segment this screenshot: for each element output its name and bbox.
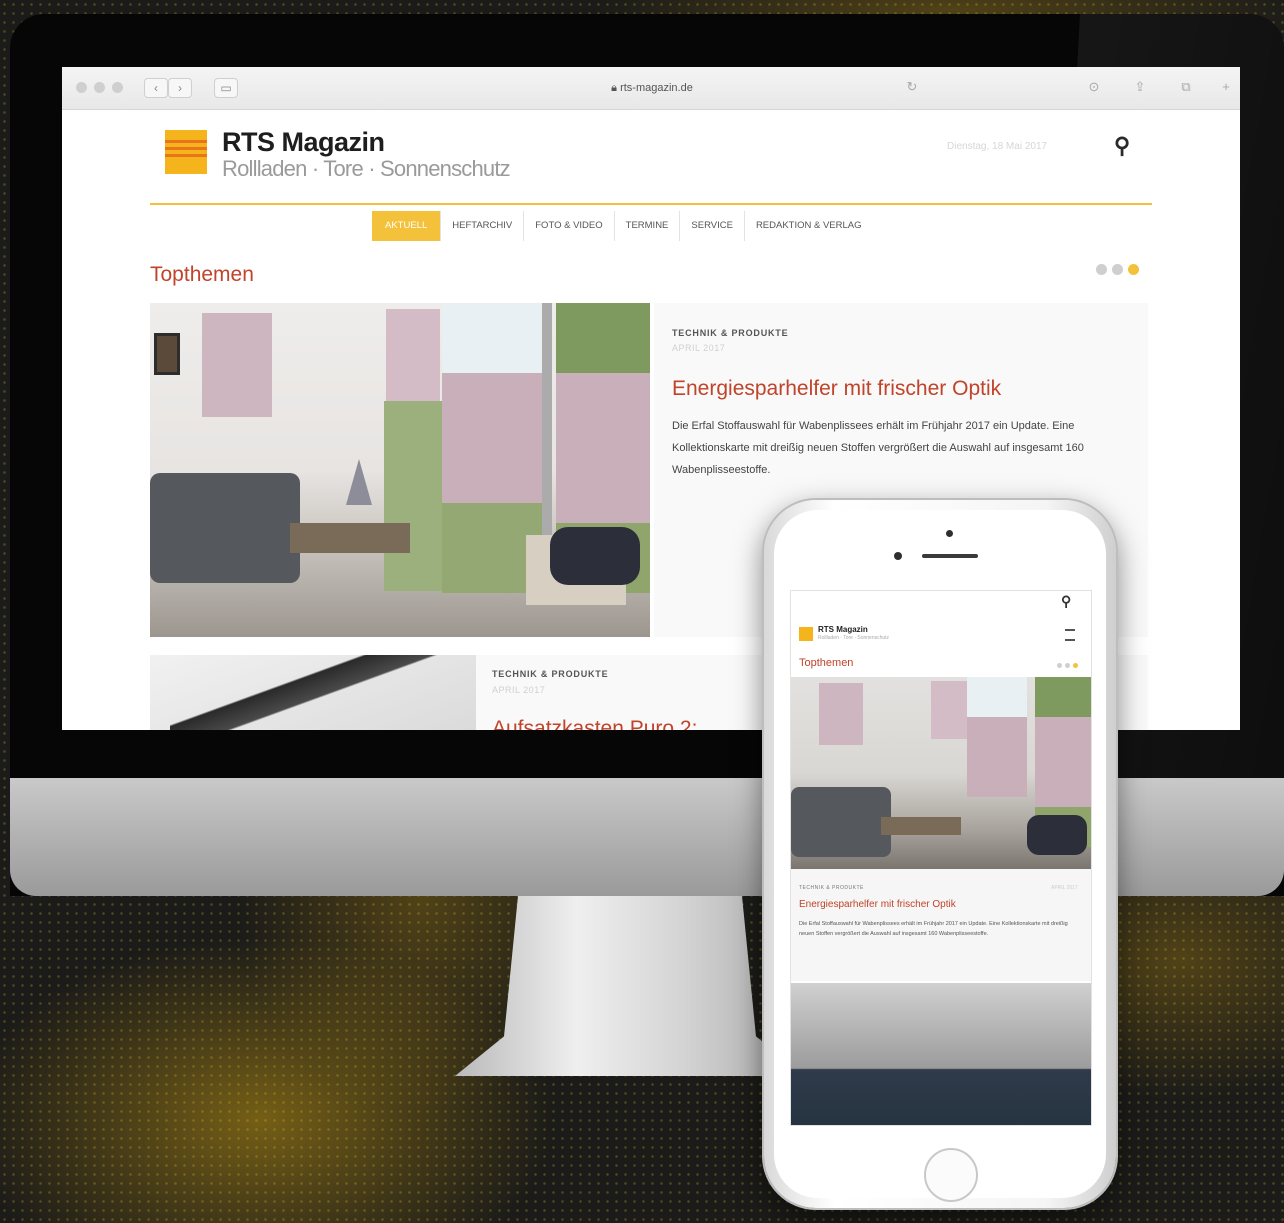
section-title: Topthemen [150, 263, 254, 286]
second-article-image[interactable] [150, 655, 476, 730]
slider-dot-1[interactable] [1096, 264, 1107, 275]
forward-icon[interactable]: › [168, 78, 192, 98]
sidebar-icon[interactable]: ▭ [214, 78, 238, 98]
hero-image-living-room[interactable] [150, 303, 650, 637]
hero-category[interactable]: TECHNIK & PRODUKTE [672, 328, 788, 338]
slider-dot-2[interactable] [1112, 264, 1123, 275]
second-category[interactable]: TECHNIK & PRODUKTE [492, 669, 608, 679]
url-text: rts-magazin.de [620, 82, 693, 94]
mobile-hero-date: APRIL 2017 [1051, 885, 1078, 891]
lock-icon: 🔒︎ [611, 82, 621, 94]
mobile-search-icon[interactable]: ⚲ [1061, 593, 1071, 610]
nav-item-service[interactable]: SERVICE [679, 211, 744, 241]
main-navigation: AKTUELL HEFTARCHIV FOTO & VIDEO TERMINE … [372, 211, 873, 241]
hero-date: APRIL 2017 [672, 343, 726, 353]
nav-item-heftarchiv[interactable]: HEFTARCHIV [440, 211, 523, 241]
back-icon[interactable]: ‹ [144, 78, 168, 98]
sensor-icon [894, 552, 902, 560]
second-headline[interactable]: Aufsatzkasten Puro 2: [492, 717, 697, 730]
site-subtitle: Rollladen · Tore · Sonnenschutz [222, 156, 511, 181]
mobile-site-subtitle: Rollladen · Tore · Sonnenschutz [818, 635, 890, 641]
nav-item-foto-video[interactable]: FOTO & VIDEO [523, 211, 613, 241]
mobile-second-article-image[interactable] [791, 983, 1091, 1125]
mobile-hero-teaser: Die Erfal Stoffauswahl für Wabenplissees… [799, 921, 1068, 937]
share-icon[interactable]: ⇪ [1132, 79, 1148, 95]
mobile-hero-card[interactable]: TECHNIK & PRODUKTE APRIL 2017 Energiespa… [791, 869, 1091, 981]
nav-item-redaktion-verlag[interactable]: REDAKTION & VERLAG [743, 211, 873, 241]
mobile-hero-headline[interactable]: Energiesparhelfer mit frischer Optik [799, 899, 956, 910]
mobile-slider-dot-1[interactable] [1057, 663, 1062, 668]
nav-item-aktuell[interactable]: AKTUELL [372, 211, 441, 241]
address-bar[interactable]: 🔒︎ rts-magazin.de [262, 76, 1042, 100]
minimize-window-icon[interactable] [94, 82, 105, 93]
nav-item-termine[interactable]: TERMINE [613, 211, 680, 241]
second-date: APRIL 2017 [492, 685, 546, 695]
new-tab-icon[interactable]: + [1218, 79, 1234, 95]
header-divider [150, 203, 1152, 205]
mobile-section-title: Topthemen [799, 657, 854, 669]
mobile-slider-dot-3-active[interactable] [1073, 663, 1078, 668]
close-window-icon[interactable] [76, 82, 87, 93]
front-camera-icon [946, 530, 953, 537]
tabs-icon[interactable]: ⧉ [1178, 79, 1194, 95]
mobile-site-title[interactable]: RTS Magazin [818, 625, 868, 634]
earpiece-speaker [922, 554, 978, 558]
browser-toolbar: ‹ › ▭ 🔒︎ rts-magazin.de ↻ ⊙ ⇪ ⧉ + [62, 67, 1240, 110]
download-icon[interactable]: ⊙ [1086, 79, 1102, 95]
reload-icon[interactable]: ↻ [904, 79, 920, 95]
hamburger-menu-icon[interactable] [1065, 629, 1075, 641]
hero-headline[interactable]: Energiesparhelfer mit frischer Optik [672, 377, 1001, 401]
current-date: Dienstag, 18 Mai 2017 [947, 141, 1048, 152]
mobile-slider-dot-2[interactable] [1065, 663, 1070, 668]
home-button[interactable] [924, 1148, 978, 1202]
mobile-hero-image[interactable] [791, 677, 1091, 869]
search-icon[interactable]: ⚲ [1114, 133, 1130, 159]
slider-dot-3-active[interactable] [1128, 264, 1139, 275]
site-title[interactable]: RTS Magazin [222, 127, 385, 158]
logo-mark[interactable] [165, 130, 207, 174]
mobile-logo-mark[interactable] [799, 627, 813, 641]
zoom-window-icon[interactable] [112, 82, 123, 93]
hero-teaser: Die Erfal Stoffauswahl für Wabenplissees… [672, 420, 1084, 476]
mobile-hero-category[interactable]: TECHNIK & PRODUKTE [799, 885, 864, 891]
mobile-site-screen: ⚲ RTS Magazin Rollladen · Tore · Sonnens… [790, 590, 1092, 1126]
